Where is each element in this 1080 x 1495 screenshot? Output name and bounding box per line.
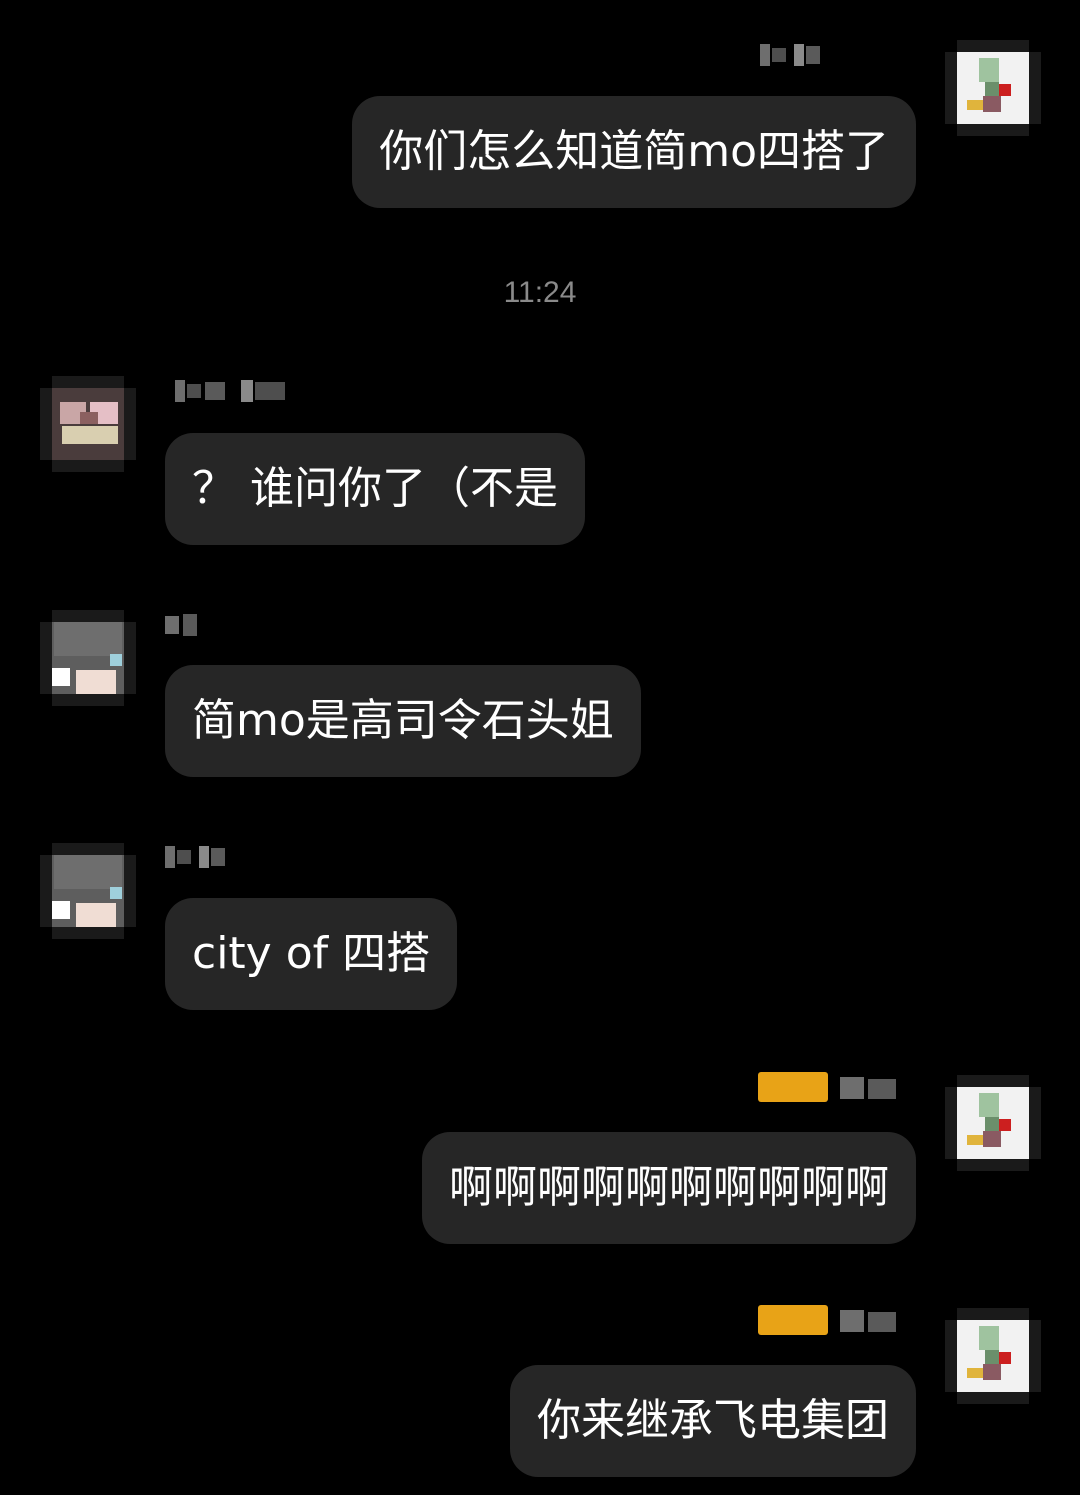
sender-name-redacted	[175, 380, 285, 402]
self-avatar-icon[interactable]	[945, 40, 1041, 136]
sender-name-redacted	[840, 1077, 896, 1099]
message-bubble[interactable]: 你们怎么知道简mo四搭了	[352, 96, 916, 208]
sender-name-redacted	[165, 614, 197, 636]
message-text: 你来继承飞电集团	[537, 1395, 889, 1446]
self-avatar-icon[interactable]	[945, 1075, 1041, 1171]
pink-avatar-icon[interactable]	[40, 376, 136, 472]
timestamp-divider: 11:24	[503, 276, 577, 309]
message-text: city of 四搭	[192, 928, 431, 979]
sender-name-redacted	[840, 1310, 896, 1332]
message-text: 啊啊啊啊啊啊啊啊啊啊	[449, 1162, 889, 1213]
sender-name-redacted	[760, 44, 820, 66]
message-bubble[interactable]: city of 四搭	[165, 898, 458, 1010]
message-bubble[interactable]: ？ 谁问你了（不是	[165, 433, 585, 545]
grey-avatar-icon[interactable]	[40, 610, 136, 706]
message-bubble[interactable]: 你来继承飞电集团	[510, 1365, 916, 1477]
message-text: 你们怎么知道简mo四搭了	[379, 126, 889, 177]
sender-name-redacted	[165, 846, 225, 868]
level-badge-icon	[758, 1072, 828, 1102]
message-text: ？ 谁问你了（不是	[192, 463, 558, 514]
message-text: 简mo是高司令石头姐	[192, 695, 614, 746]
grey-avatar-icon[interactable]	[40, 843, 136, 939]
message-bubble[interactable]: 啊啊啊啊啊啊啊啊啊啊	[422, 1132, 916, 1244]
level-badge-icon	[758, 1305, 828, 1335]
message-bubble[interactable]: 简mo是高司令石头姐	[165, 665, 641, 777]
self-avatar-icon[interactable]	[945, 1308, 1041, 1404]
